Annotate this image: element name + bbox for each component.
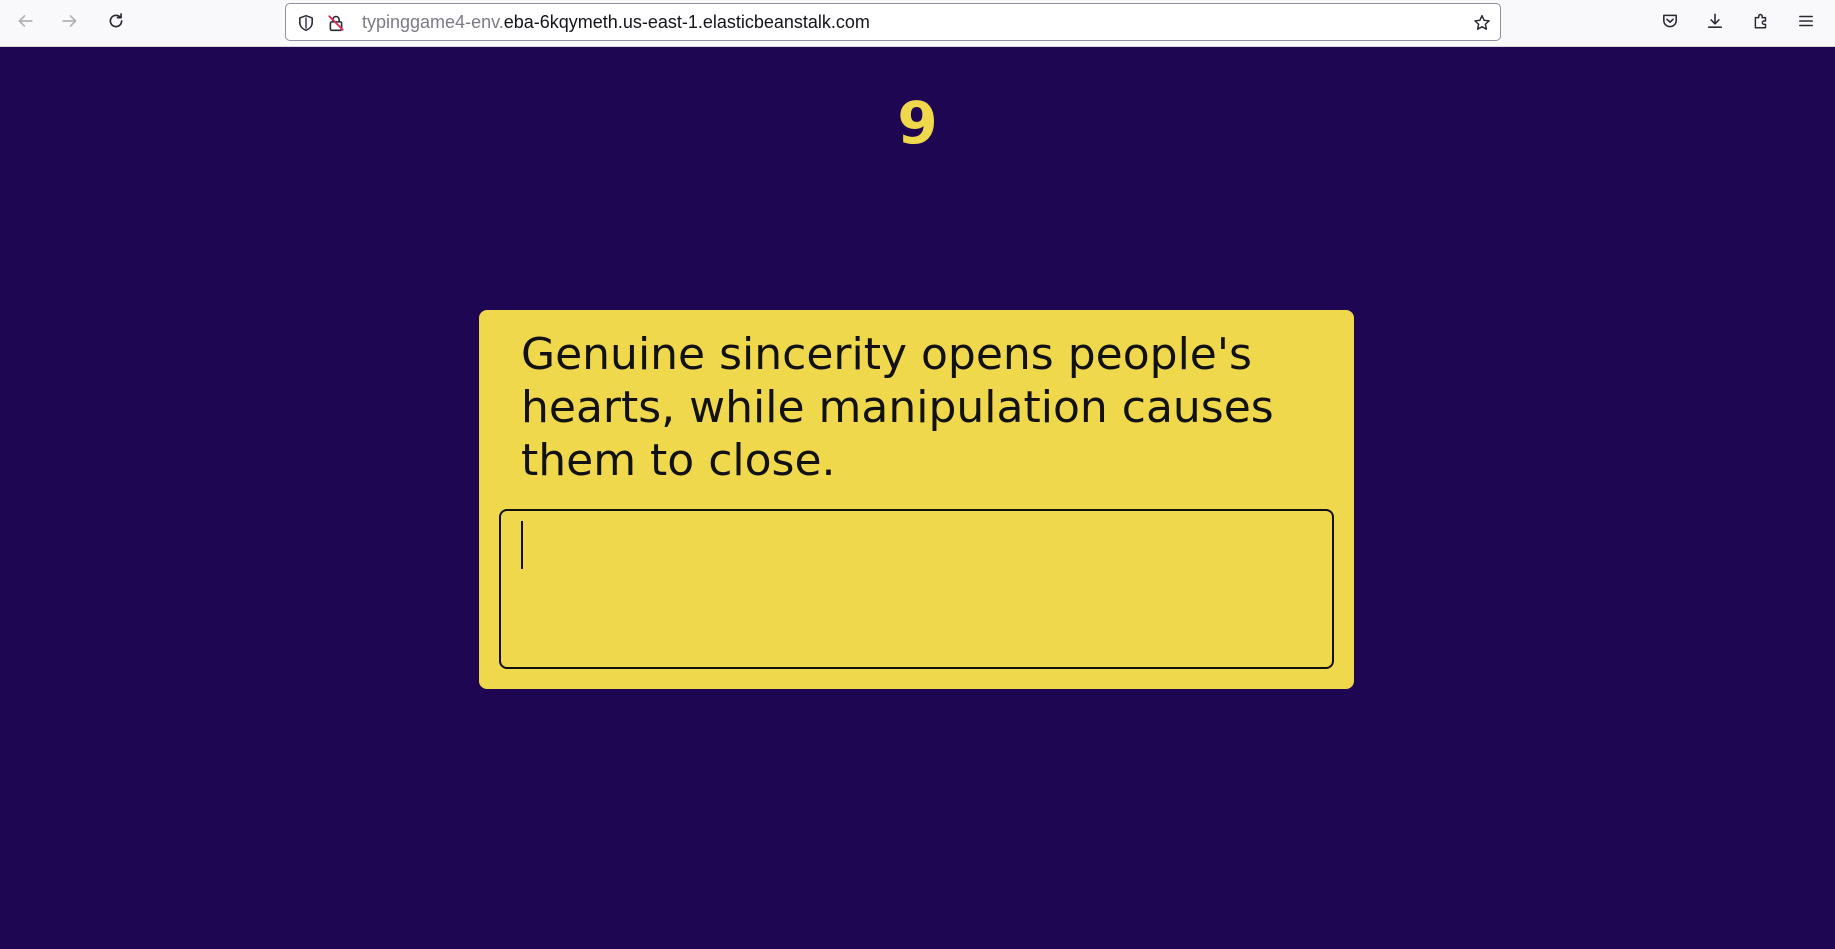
game-card: Genuine sincerity opens people's hearts,… — [479, 310, 1354, 689]
back-arrow-icon — [16, 12, 34, 34]
back-button[interactable] — [8, 6, 42, 40]
pocket-button[interactable] — [1653, 6, 1687, 40]
url-subdomain: typinggame4-env. — [362, 12, 504, 32]
text-caret — [521, 521, 523, 569]
prompt-sentence: Genuine sincerity opens people's hearts,… — [521, 329, 1274, 486]
url-domain: eba-6kqymeth.us-east-1.elasticbeanstalk.… — [503, 12, 870, 32]
pocket-icon — [1661, 12, 1679, 34]
reload-button[interactable] — [99, 6, 133, 40]
extensions-button[interactable] — [1744, 6, 1778, 40]
countdown-timer: 9 — [897, 89, 938, 157]
puzzle-icon — [1752, 12, 1770, 34]
forward-button[interactable] — [53, 6, 87, 40]
star-icon[interactable] — [1472, 13, 1492, 33]
shield-icon[interactable] — [296, 13, 316, 33]
menu-button[interactable] — [1789, 6, 1823, 40]
browser-toolbar: typinggame4-env.eba-6kqymeth.us-east-1.e… — [0, 0, 1835, 47]
insecure-lock-icon[interactable] — [326, 13, 346, 33]
hamburger-menu-icon — [1797, 12, 1815, 34]
reload-icon — [107, 12, 125, 34]
download-icon — [1706, 12, 1724, 34]
forward-arrow-icon — [61, 12, 79, 34]
address-bar[interactable]: typinggame4-env.eba-6kqymeth.us-east-1.e… — [285, 3, 1501, 41]
typing-input[interactable] — [499, 509, 1334, 669]
url-text[interactable]: typinggame4-env.eba-6kqymeth.us-east-1.e… — [362, 4, 870, 40]
downloads-button[interactable] — [1698, 6, 1732, 40]
